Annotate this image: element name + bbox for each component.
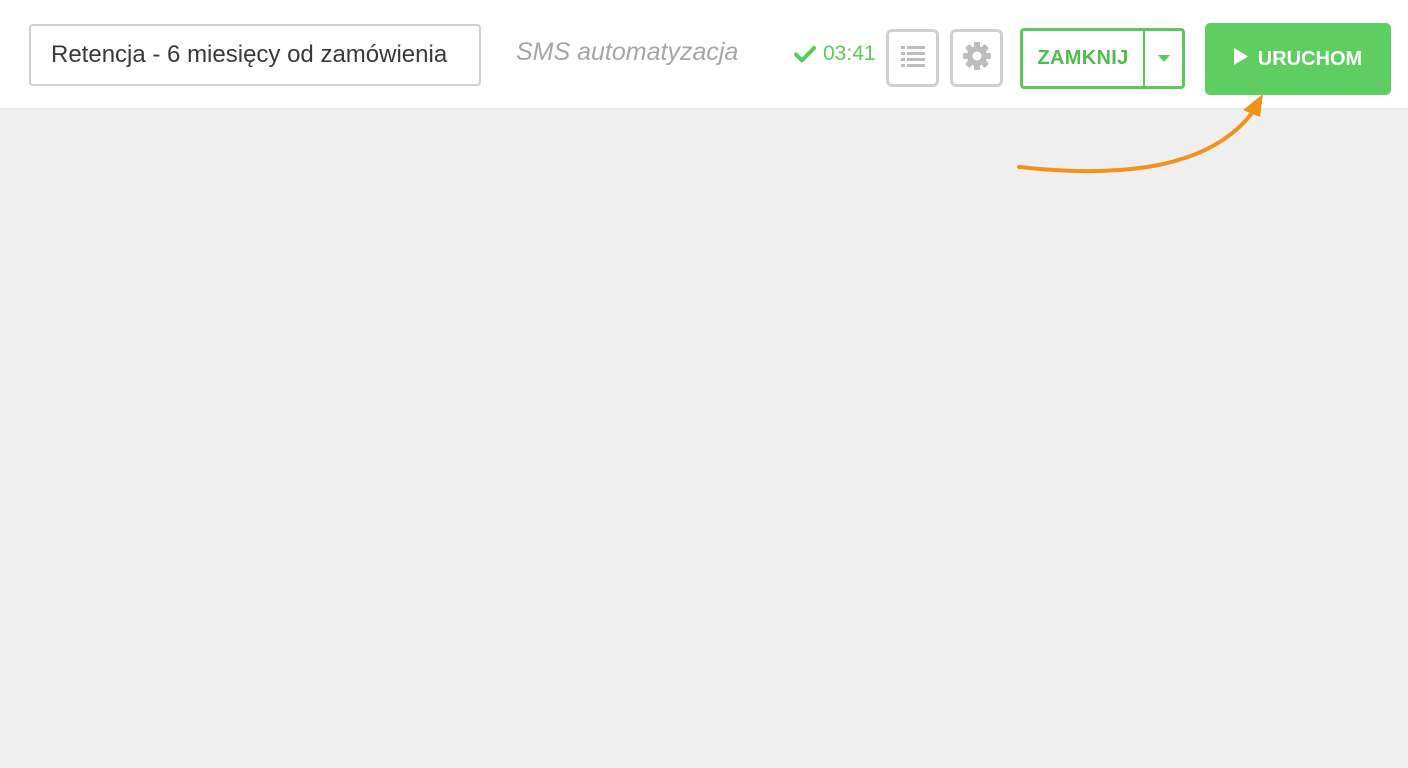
automation-type-label: SMS automatyzacja xyxy=(516,38,739,66)
close-options-dropdown[interactable] xyxy=(1145,31,1182,86)
list-icon xyxy=(900,45,925,72)
automation-toolbar: SMS automatyzacja 03:41 xyxy=(0,0,1408,109)
saved-status: 03:41 xyxy=(794,42,876,66)
automation-name-input[interactable] xyxy=(29,24,481,86)
workflow-canvas[interactable] xyxy=(0,109,1408,768)
settings-button[interactable] xyxy=(950,29,1003,87)
caret-down-icon xyxy=(1157,50,1170,68)
close-button-group: ZAMKNIJ xyxy=(1020,28,1185,89)
play-icon xyxy=(1233,47,1248,71)
close-button[interactable]: ZAMKNIJ xyxy=(1023,31,1145,86)
gear-icon xyxy=(962,41,991,75)
run-button-label: URUCHOM xyxy=(1257,47,1363,70)
check-icon xyxy=(794,45,816,63)
list-view-button[interactable] xyxy=(886,29,939,87)
run-button[interactable]: URUCHOM xyxy=(1205,23,1391,95)
saved-time: 03:41 xyxy=(823,42,876,65)
